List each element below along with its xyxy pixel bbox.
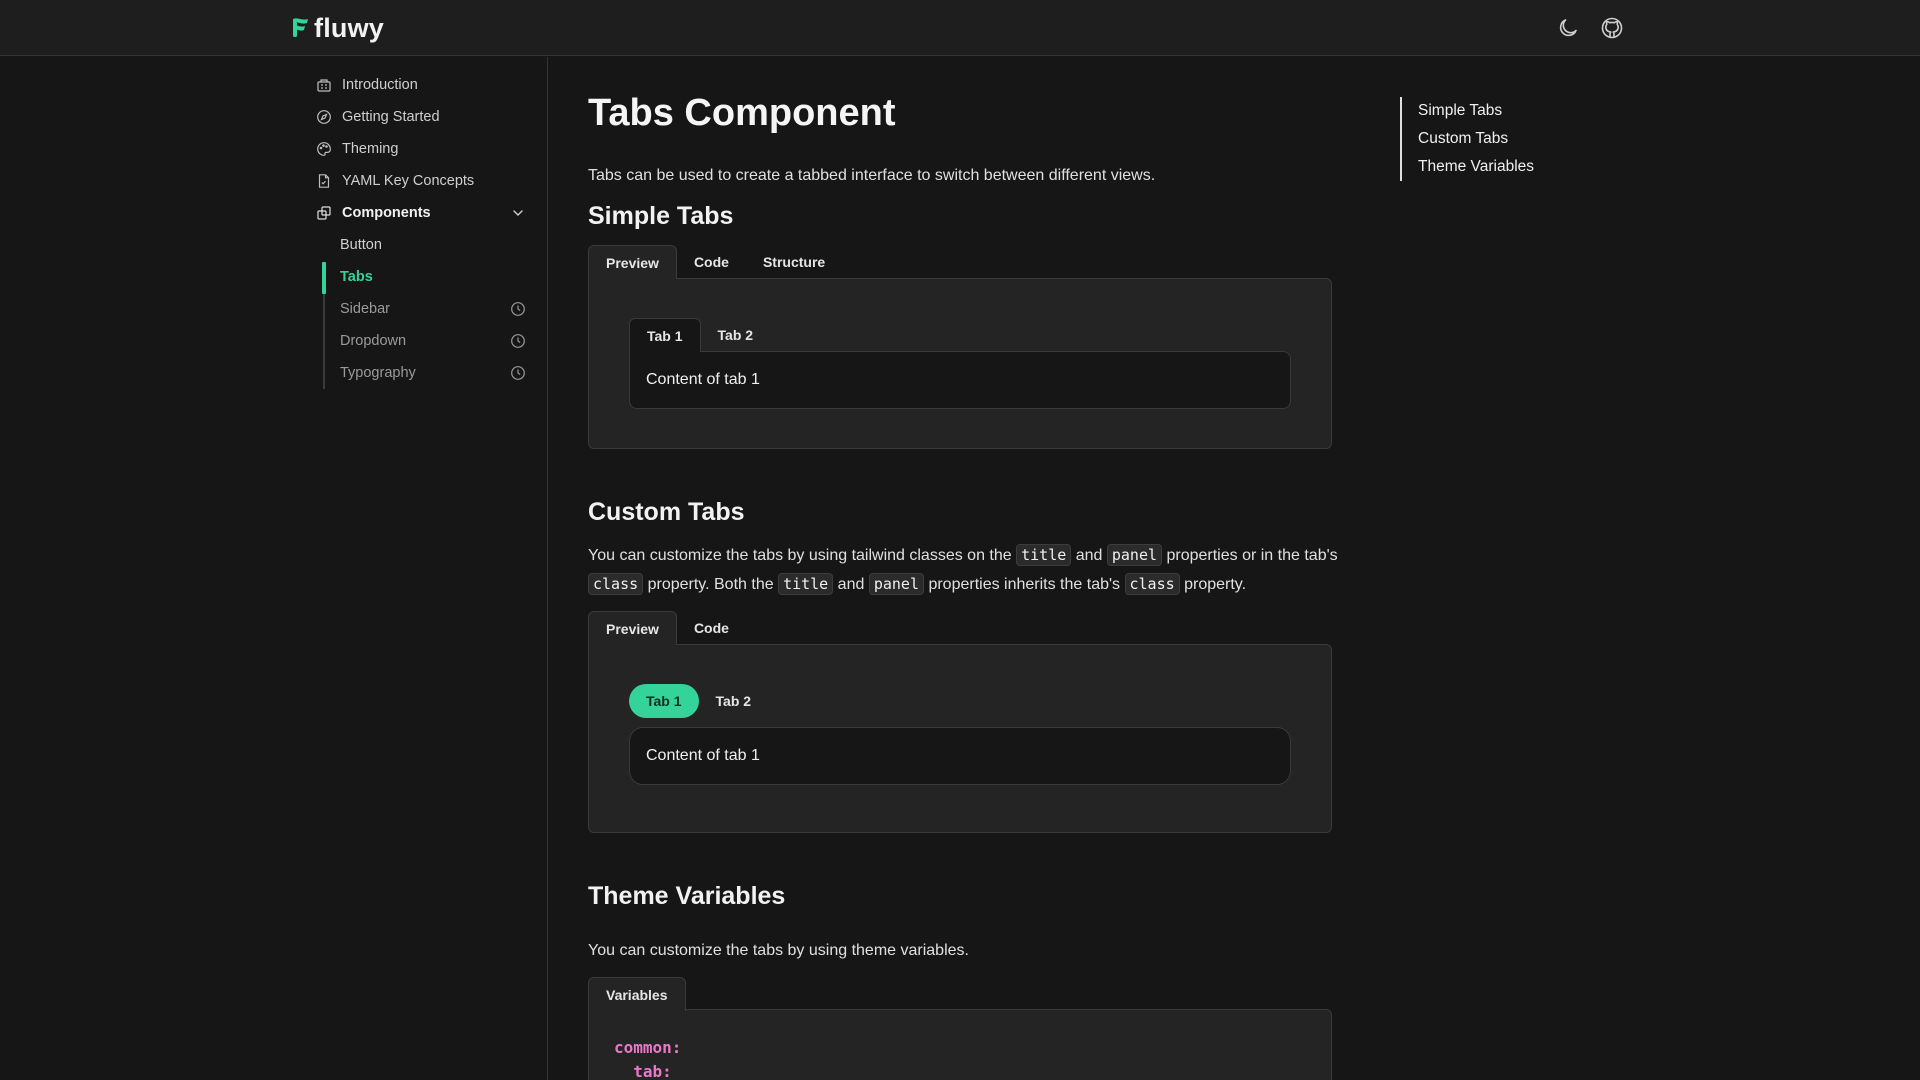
sidebar-item-sidebar[interactable]: Sidebar: [340, 297, 526, 321]
toc-link-theme-variables[interactable]: Theme Variables: [1418, 158, 1534, 176]
demo-tab-panel: Content of tab 1: [629, 351, 1291, 409]
sidebar-item-label: Getting Started: [342, 109, 440, 125]
simple-preview-box: Tab 1 Tab 2 Content of tab 1: [588, 278, 1332, 449]
sidebar-item-tabs[interactable]: Tabs: [340, 265, 526, 289]
custom-tabs-heading: Custom Tabs: [588, 498, 745, 526]
logo-icon: [293, 18, 308, 37]
theme-doc-tabs: Variables: [588, 977, 686, 1011]
custom-tabs-description: You can customize the tabs by using tail…: [588, 544, 1338, 595]
inline-code: class: [1124, 573, 1180, 595]
moon-icon[interactable]: [1556, 16, 1580, 40]
demo-tab-2[interactable]: Tab 2: [701, 318, 771, 352]
code-line: common:: [614, 1038, 682, 1057]
sidebar-item-label: Tabs: [340, 269, 373, 285]
sidebar-item-button[interactable]: Button: [340, 233, 526, 257]
inline-code: panel: [868, 573, 924, 595]
simple-tabs-heading: Simple Tabs: [588, 202, 734, 230]
sidebar-item-yaml-key-concepts[interactable]: YAML Key Concepts: [316, 169, 526, 193]
chevron-down-icon[interactable]: [510, 205, 526, 221]
palette-icon: [316, 141, 332, 157]
sidebar-item-label: Theming: [342, 141, 399, 157]
custom-doc-tabs: Preview Code: [588, 611, 746, 645]
top-bar: fluwy: [0, 0, 1920, 56]
toc-link-custom-tabs[interactable]: Custom Tabs: [1418, 130, 1508, 148]
sidebar-item-label: Sidebar: [340, 301, 390, 317]
tab-preview[interactable]: Preview: [588, 611, 677, 645]
sidebar-item-typography[interactable]: Typography: [340, 361, 526, 385]
page-intro: Tabs can be used to create a tabbed inte…: [588, 167, 1156, 184]
logo[interactable]: fluwy: [290, 12, 384, 44]
inline-code: panel: [1106, 544, 1163, 566]
inline-code: title: [778, 573, 834, 595]
github-icon[interactable]: [1600, 16, 1624, 40]
tab-code[interactable]: Code: [677, 245, 746, 279]
demo-tab-panel: Content of tab 1: [629, 727, 1291, 785]
sidebar-item-getting-started[interactable]: Getting Started: [316, 105, 526, 129]
clock-icon: [511, 334, 525, 348]
building-icon: [316, 77, 332, 93]
page-title: Tabs Component: [588, 92, 896, 134]
sidebar-item-introduction[interactable]: Introduction: [316, 73, 526, 97]
simple-doc-tabs: Preview Code Structure: [588, 245, 842, 279]
theme-variables-heading: Theme Variables: [588, 882, 786, 910]
document-icon: [316, 173, 332, 189]
sidebar-item-label: Button: [340, 237, 382, 253]
tab-code[interactable]: Code: [677, 611, 746, 645]
active-indicator: [322, 262, 326, 294]
code-line: tab:: [614, 1062, 672, 1080]
compass-icon: [316, 109, 332, 125]
clock-icon: [511, 302, 525, 316]
toc-link-simple-tabs[interactable]: Simple Tabs: [1418, 102, 1502, 120]
simple-demo-tabs: Tab 1 Tab 2: [629, 318, 770, 352]
code-block: common: tab:: [588, 1009, 1332, 1080]
components-icon: [316, 205, 332, 221]
sidebar-item-label: Components: [342, 205, 431, 221]
theme-variables-description: You can customize the tabs by using them…: [588, 942, 969, 959]
sidebar-item-dropdown[interactable]: Dropdown: [340, 329, 526, 353]
demo-tab-1[interactable]: Tab 1: [629, 684, 699, 718]
table-of-contents: Simple Tabs Custom Tabs Theme Variables: [1400, 97, 1560, 181]
sidebar-item-label: Dropdown: [340, 333, 407, 349]
demo-tab-2[interactable]: Tab 2: [699, 684, 769, 718]
tab-structure[interactable]: Structure: [746, 245, 842, 279]
sidebar-item-components[interactable]: Components: [316, 201, 526, 225]
inline-code: class: [588, 573, 644, 595]
custom-demo-tabs: Tab 1 Tab 2: [629, 684, 768, 718]
sidebar-item-theming[interactable]: Theming: [316, 137, 526, 161]
tab-variables[interactable]: Variables: [588, 977, 686, 1011]
logo-text: fluwy: [314, 12, 385, 43]
sidebar-item-label: YAML Key Concepts: [342, 173, 475, 189]
sidebar-item-label: Introduction: [342, 77, 418, 93]
sidebar-item-label: Typography: [340, 365, 416, 381]
tab-preview[interactable]: Preview: [588, 245, 677, 279]
custom-preview-box: Tab 1 Tab 2 Content of tab 1: [588, 644, 1332, 833]
demo-tab-1[interactable]: Tab 1: [629, 318, 701, 352]
clock-icon: [511, 366, 525, 380]
inline-code: title: [1016, 544, 1072, 566]
